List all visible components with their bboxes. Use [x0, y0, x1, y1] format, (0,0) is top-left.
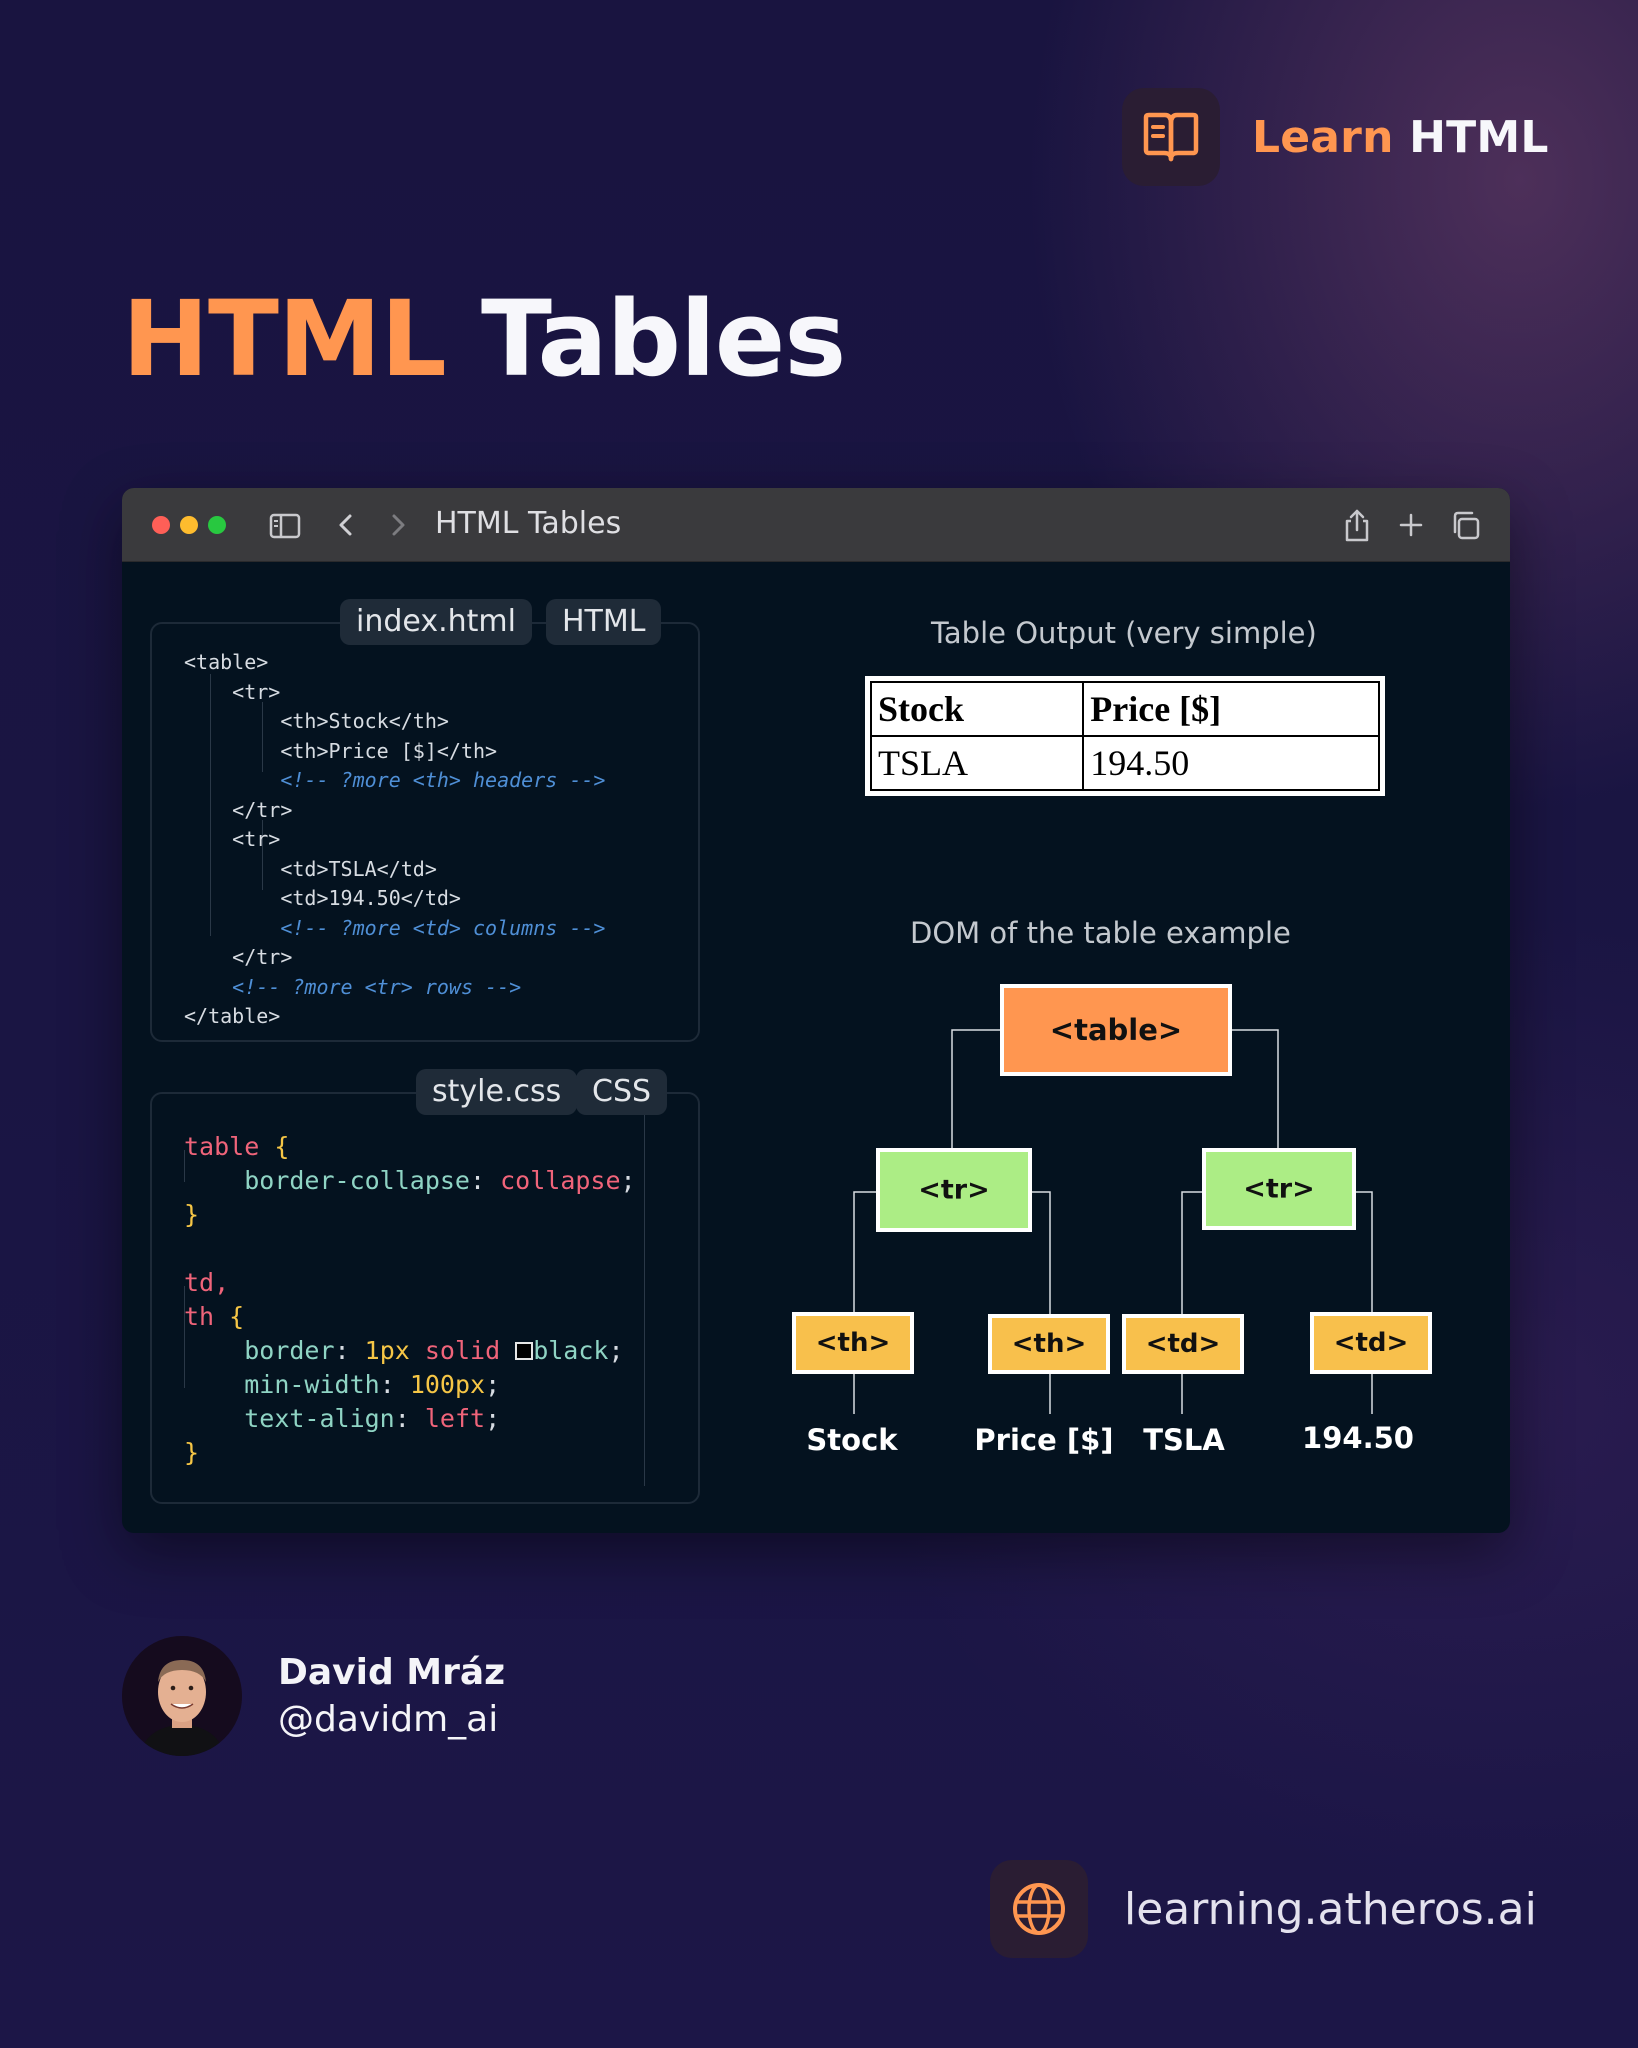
dom-leaf-text: TSLA — [1143, 1423, 1225, 1457]
author-handle[interactable]: @davidm_ai — [278, 1699, 498, 1740]
dom-leaf-text: 194.50 — [1302, 1421, 1414, 1455]
dom-node-label: <th> — [1012, 1329, 1087, 1359]
dom-node-label: <table> — [1050, 1013, 1182, 1047]
dom-edge — [951, 1029, 1004, 1148]
dom-edge — [1228, 1029, 1279, 1148]
dom-tree-diagram: <table> <tr> <tr> <th> <th> <td> <td> St… — [792, 984, 1432, 1457]
author-name: David Mráz — [278, 1652, 506, 1693]
dom-node-td: <td> — [1122, 1314, 1244, 1374]
avatar-portrait — [122, 1636, 242, 1756]
site-url[interactable]: learning.atheros.ai — [1124, 1884, 1537, 1935]
dom-node-th: <th> — [792, 1312, 914, 1374]
site-badge — [990, 1860, 1088, 1958]
dom-node-label: <td> — [1146, 1329, 1221, 1359]
brand-html: HTML — [1409, 111, 1549, 163]
brand-learn: Learn — [1252, 111, 1394, 163]
globe-icon — [1013, 1883, 1065, 1935]
dom-node-label: <tr> — [1243, 1174, 1314, 1205]
dom-node-th: <th> — [988, 1314, 1110, 1374]
dom-node-label: <td> — [1334, 1328, 1409, 1358]
dom-node-tr: <tr> — [876, 1148, 1032, 1232]
dom-leaf-text: Stock — [806, 1423, 898, 1457]
dom-node-table: <table> — [1000, 984, 1232, 1076]
browser-window: HTML Tables <table> <tr> <th>Stock</th> … — [122, 488, 1510, 1533]
dom-node-tr: <tr> — [1202, 1148, 1356, 1230]
title-rest: Tables — [480, 278, 846, 400]
dom-node-label: <th> — [816, 1328, 891, 1358]
brand-text: Learn HTML — [1252, 112, 1549, 163]
brand-badge — [1122, 88, 1220, 186]
dom-node-label: <tr> — [918, 1175, 989, 1206]
book-icon — [1143, 112, 1199, 162]
avatar — [122, 1636, 242, 1756]
title-highlight: HTML — [122, 278, 447, 400]
dom-node-td: <td> — [1310, 1312, 1432, 1374]
dom-leaf-text: Price [$] — [974, 1423, 1113, 1457]
brand: Learn HTML — [1122, 88, 1549, 186]
page-title: HTML Tables — [122, 278, 846, 400]
